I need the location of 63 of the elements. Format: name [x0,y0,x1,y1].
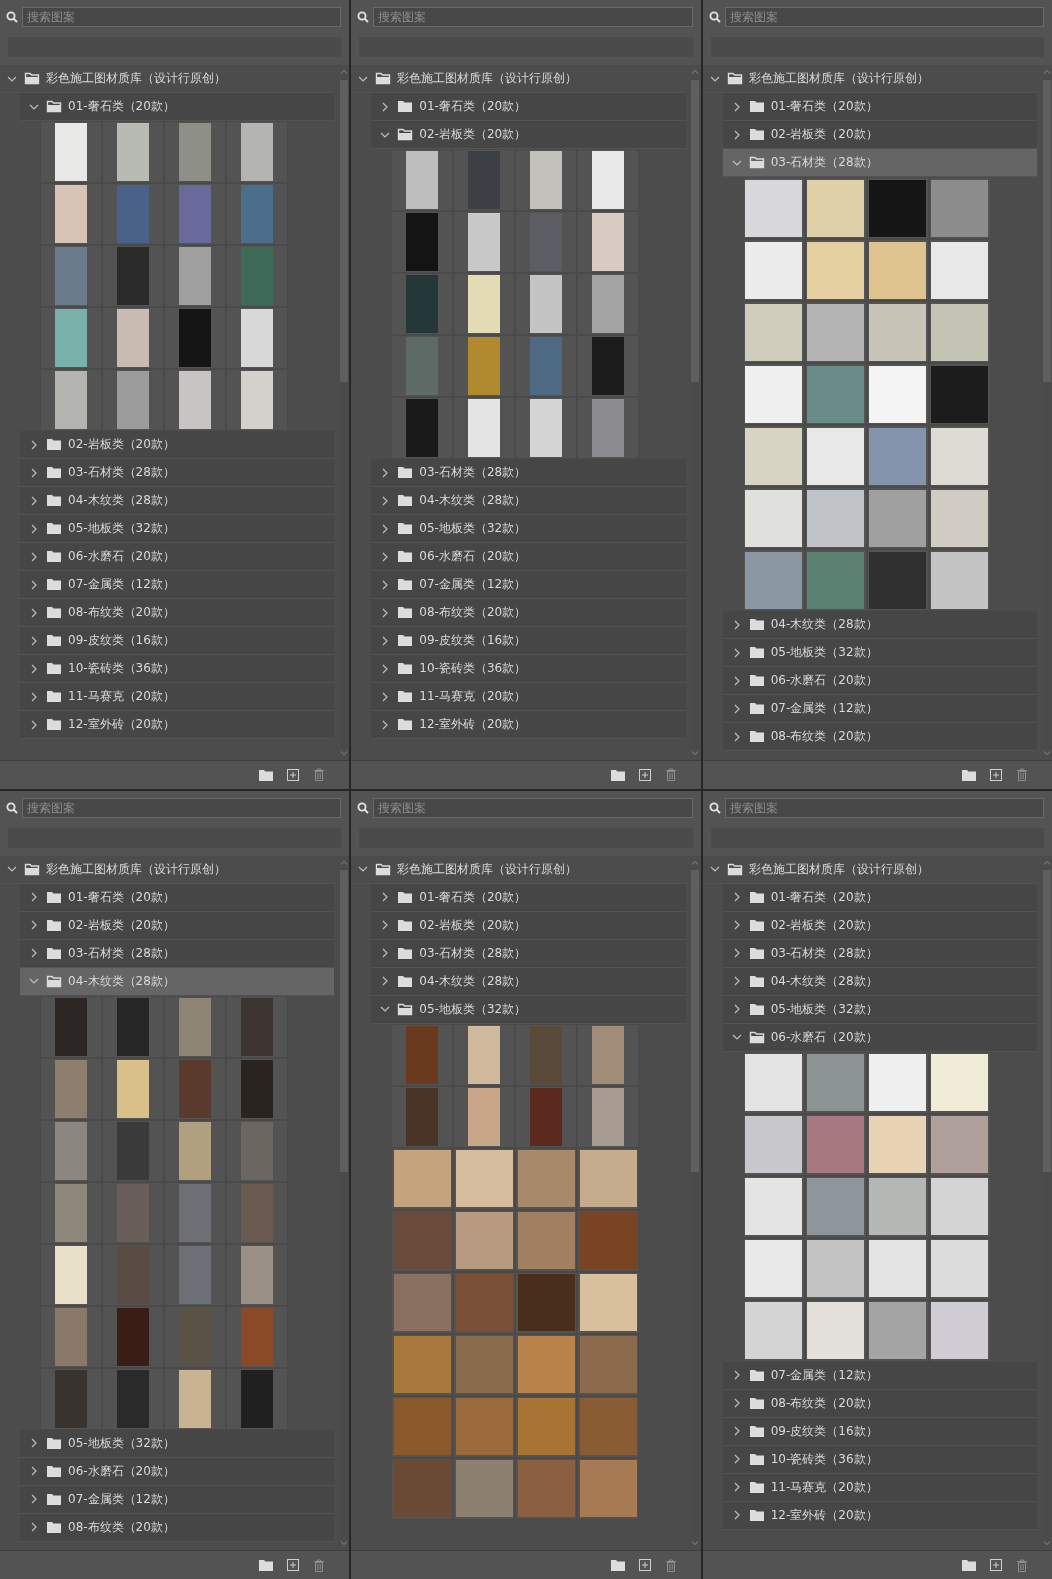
folder-item[interactable]: 09-皮纹类（16款） [371,627,686,655]
folder-item[interactable]: 08-布纹类（20款） [371,599,686,627]
folder-item[interactable]: 04-木纹类（28款） [371,487,686,515]
folder-item[interactable]: 07-金属类（12款） [20,571,335,599]
folder-item[interactable]: 02-岩板类（20款） [371,911,686,940]
folder-item[interactable]: 10-瓷砖类（36款） [20,655,335,683]
folder-item[interactable]: 03-石材类（28款） [371,939,686,968]
folder-item[interactable]: 04-木纹类（28款） [20,487,335,515]
folder-item[interactable]: 01-奢石类（20款） [20,883,335,912]
folder-item[interactable]: 12-室外砖（20款） [722,1501,1037,1530]
search-field[interactable]: 搜索图案 [22,797,342,818]
folder-item[interactable]: 02-岩板类（20款） [722,911,1037,940]
folder-item[interactable]: 02-岩板类（20款） [722,121,1037,149]
folder-item[interactable]: 12-室外砖（20款） [20,711,335,739]
folder-item[interactable]: 02-岩板类（20款） [20,911,335,940]
folder-item[interactable]: 03-石材类（28款） [722,149,1037,177]
search-field[interactable]: 搜索图案 [373,797,693,818]
search-field[interactable]: 搜索图案 [22,7,342,27]
folder-item[interactable]: 02-岩板类（20款） [20,431,335,459]
folder-item[interactable]: 03-石材类（28款） [20,939,335,968]
folder-item[interactable]: 03-石材类（28款） [722,939,1037,968]
folder-item[interactable]: 03-石材类（28款） [20,459,335,487]
folder-item[interactable]: 05-地板类（32款） [20,515,335,543]
folder-item[interactable]: 08-布纹类（20款） [20,599,335,627]
folder-item[interactable]: 06-水磨石（20款） [722,1023,1037,1052]
folder-item[interactable]: 11-马赛克（20款） [722,1473,1037,1502]
folder-item[interactable]: 09-皮纹类（16款） [722,1417,1037,1446]
folder-item[interactable]: 01-奢石类（20款） [371,93,686,121]
folder-item[interactable]: 05-地板类（32款） [722,639,1037,667]
search-field[interactable]: 搜索图案 [724,7,1044,27]
folder-item[interactable]: 05-地板类（32款） [371,515,686,543]
folder-item[interactable]: 12-室外砖（20款） [371,711,686,739]
folder-item[interactable]: 05-地板类（32款） [371,995,686,1024]
folder-item[interactable]: 01-奢石类（20款） [371,883,686,912]
folder-item[interactable]: 08-布纹类（20款） [722,723,1037,751]
folder-item[interactable]: 06-水磨石（20款） [722,667,1037,695]
folder-item[interactable]: 04-木纹类（28款） [371,967,686,996]
folder-item[interactable]: 05-地板类（32款） [20,1429,335,1458]
search-field[interactable]: 搜索图案 [373,7,693,27]
folder-item[interactable]: 08-布纹类（20款） [722,1389,1037,1418]
folder-item[interactable]: 06-水磨石（20款） [371,543,686,571]
folder-item[interactable]: 04-木纹类（28款） [20,967,335,996]
folder-item[interactable]: 04-木纹类（28款） [722,611,1037,639]
folder-item[interactable]: 01-奢石类（20款） [722,883,1037,912]
folder-item[interactable]: 06-水磨石（20款） [20,1457,335,1486]
folder-item[interactable]: 11-马赛克（20款） [20,683,335,711]
folder-item[interactable]: 05-地板类（32款） [722,995,1037,1024]
search-field[interactable]: 搜索图案 [724,797,1044,818]
folder-item[interactable]: 01-奢石类（20款） [20,93,335,121]
folder-item[interactable]: 07-金属类（12款） [20,1485,335,1514]
folder-item[interactable]: 11-马赛克（20款） [371,683,686,711]
folder-item[interactable]: 03-石材类（28款） [371,459,686,487]
folder-item[interactable]: 06-水磨石（20款） [20,543,335,571]
folder-item[interactable]: 10-瓷砖类（36款） [371,655,686,683]
folder-item[interactable]: 02-岩板类（20款） [371,121,686,149]
folder-item[interactable]: 09-皮纹类（16款） [20,627,335,655]
folder-item[interactable]: 10-瓷砖类（36款） [722,1445,1037,1474]
folder-item[interactable]: 01-奢石类（20款） [722,93,1037,121]
folder-item[interactable]: 07-金属类（12款） [722,1361,1037,1390]
folder-item[interactable]: 07-金属类（12款） [371,571,686,599]
folder-item[interactable]: 07-金属类（12款） [722,695,1037,723]
folder-item[interactable]: 04-木纹类（28款） [722,967,1037,996]
folder-item[interactable]: 08-布纹类（20款） [20,1513,335,1542]
